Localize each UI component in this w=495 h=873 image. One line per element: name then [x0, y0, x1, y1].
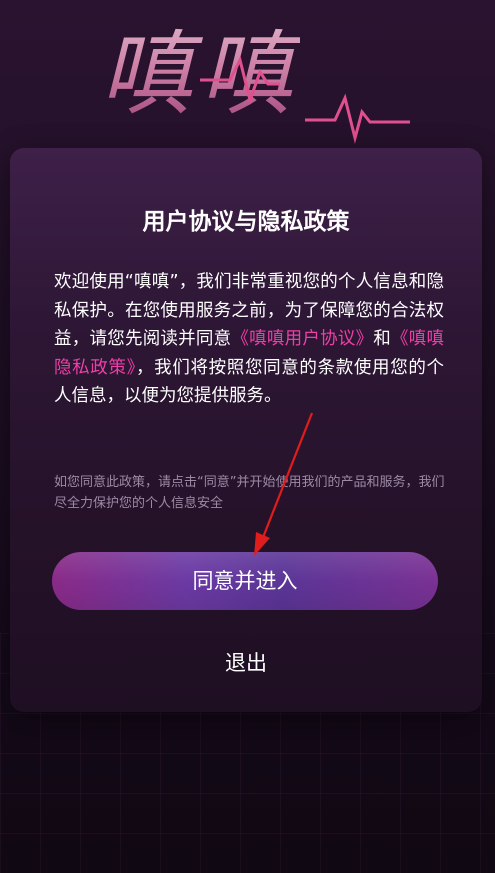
- agree-enter-button[interactable]: 同意并进入: [52, 552, 438, 610]
- app-logo: 嗔嗔: [90, 0, 420, 150]
- dialog-title: 用户协议与隐私政策: [142, 209, 350, 235]
- exit-button[interactable]: 退出: [196, 642, 296, 684]
- dialog-body: 欢迎使用“嗔嗔”，我们非常重视您的个人信息和隐私保护。在您使用服务之前，为了保障…: [54, 268, 444, 411]
- agree-enter-label: 同意并进入: [192, 569, 298, 593]
- heartbeat-line-icon: [200, 55, 410, 144]
- dialog-hint: 如您同意此政策，请点击“同意”并开始使用我们的产品和服务，我们尽全力保护您的个人…: [54, 475, 445, 511]
- privacy-dialog: 用户协议与隐私政策 欢迎使用“嗔嗔”，我们非常重视您的个人信息和隐私保护。在您使…: [10, 148, 482, 712]
- user-agreement-link[interactable]: 《嗔嗔用户协议》: [231, 329, 373, 349]
- body-text-and: 和: [373, 329, 392, 349]
